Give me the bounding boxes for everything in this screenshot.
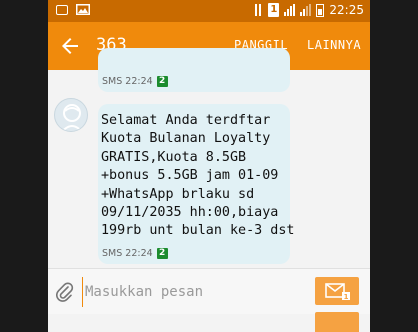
back-arrow-icon[interactable]: [58, 34, 82, 58]
signal-icon-2: [300, 4, 312, 16]
send-button-secondary[interactable]: [315, 312, 359, 332]
message-text: Selamat Anda terdftar Kuota Bulanan Loya…: [101, 113, 295, 239]
avatar-icon: [61, 104, 83, 131]
attach-icon[interactable]: [56, 281, 74, 303]
svg-text:1: 1: [344, 293, 349, 301]
status-time: 22:25: [329, 3, 364, 17]
send-icon: 1: [325, 283, 350, 301]
avatar[interactable]: [54, 98, 88, 132]
more-button[interactable]: LAINNYA: [307, 38, 361, 52]
sim-badge: 1: [268, 3, 280, 17]
messaging-screen: 1 22:25 363 PANGGIL LAINNYA SMS 22:24 2 …: [48, 0, 370, 332]
message-meta: SMS 22:24 2: [102, 248, 168, 259]
sim-tag: 2: [156, 76, 168, 87]
battery-icon: [316, 3, 325, 17]
message-bubble[interactable]: SMS 22:24 2: [98, 48, 290, 92]
status-bar: 1 22:25: [48, 0, 370, 22]
message-meta: SMS 22:24 2: [102, 76, 168, 87]
mute-icon: [255, 4, 262, 16]
image-icon: [76, 4, 90, 15]
send-button[interactable]: 1: [315, 277, 359, 305]
message-input[interactable]: [82, 277, 295, 307]
screenshot-icon: [56, 4, 68, 15]
message-bubble[interactable]: Selamat Anda terdftar Kuota Bulanan Loya…: [98, 104, 294, 264]
message-time: SMS 22:24: [102, 248, 153, 259]
message-time: SMS 22:24: [102, 76, 153, 87]
signal-icon: [284, 4, 296, 16]
compose-bar: 1: [48, 268, 370, 315]
sim-tag: 2: [156, 248, 168, 259]
